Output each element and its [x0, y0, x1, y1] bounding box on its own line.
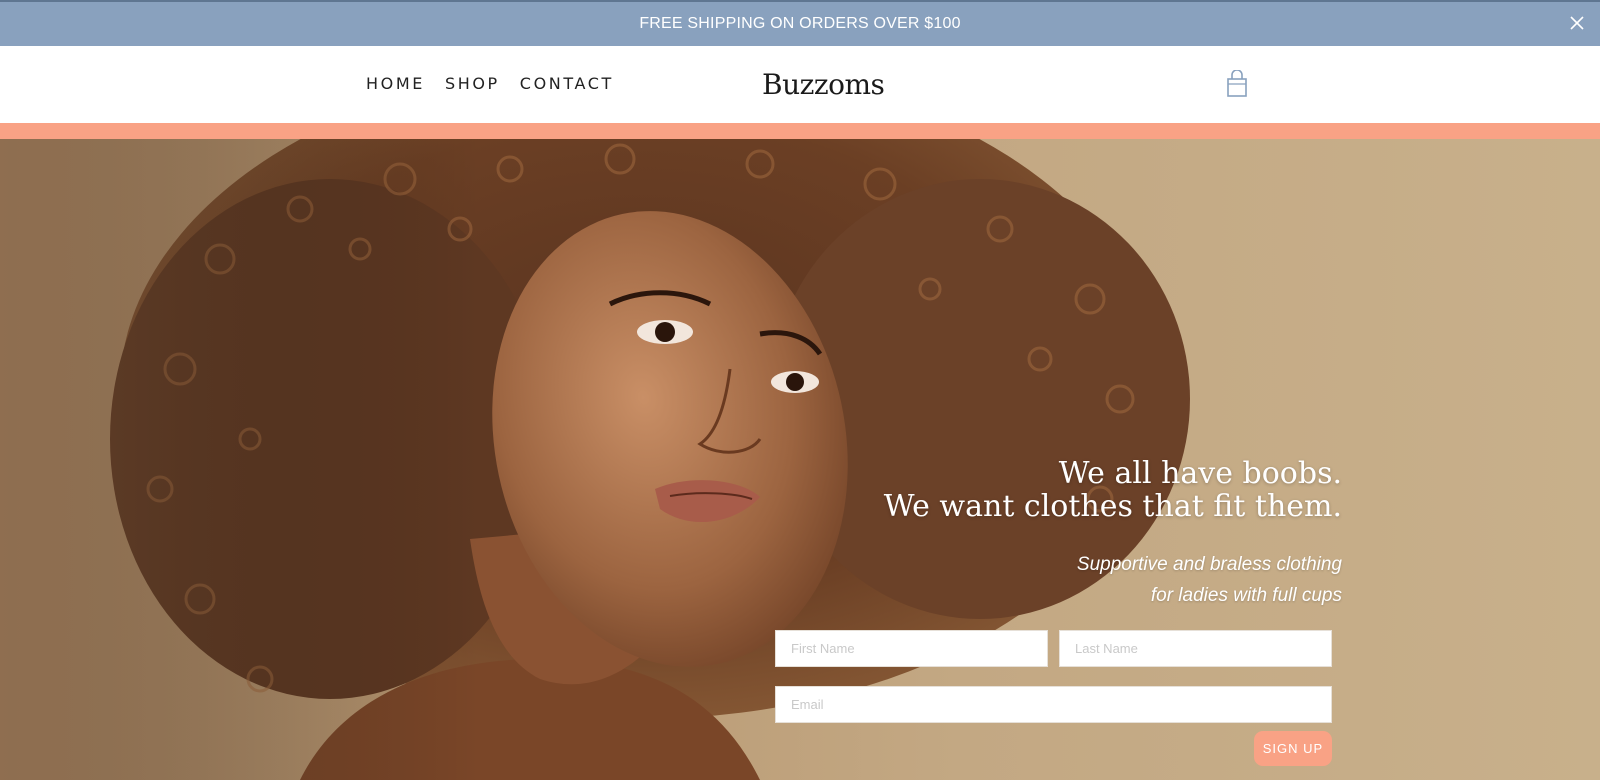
last-name-input[interactable]	[1059, 630, 1332, 667]
accent-stripe	[0, 123, 1600, 139]
hero-image	[0, 139, 1600, 780]
announcement-text: FREE SHIPPING ON ORDERS OVER $100	[639, 15, 961, 32]
hero-section: We all have boobs. We want clothes that …	[0, 139, 1600, 780]
brand-logo[interactable]: Buzzoms	[762, 68, 885, 101]
hero-headline-line1: We all have boobs.	[1058, 456, 1342, 491]
main-nav: HOME SHOP CONTACT	[366, 74, 614, 93]
hero-headline-line2: We want clothes that fit them.	[883, 489, 1342, 524]
hero-subhead-line1: Supportive and braless clothing	[1076, 554, 1342, 575]
nav-link-home[interactable]: HOME	[366, 74, 425, 93]
nav-link-contact[interactable]: CONTACT	[520, 74, 614, 93]
close-icon[interactable]	[1568, 14, 1586, 32]
announcement-bar: FREE SHIPPING ON ORDERS OVER $100	[0, 0, 1600, 46]
hero-subhead-line2: for ladies with full cups	[1150, 585, 1342, 606]
sign-up-button[interactable]: SIGN UP	[1254, 731, 1332, 766]
email-input[interactable]	[775, 686, 1332, 723]
first-name-input[interactable]	[775, 630, 1048, 667]
nav-link-shop[interactable]: SHOP	[445, 74, 500, 93]
site-header: HOME SHOP CONTACT Buzzoms	[0, 46, 1600, 123]
shopping-bag-icon[interactable]	[1226, 70, 1248, 98]
hero-subheadline: Supportive and braless clothing for ladi…	[1077, 549, 1342, 611]
hero-headline: We all have boobs. We want clothes that …	[884, 457, 1342, 523]
